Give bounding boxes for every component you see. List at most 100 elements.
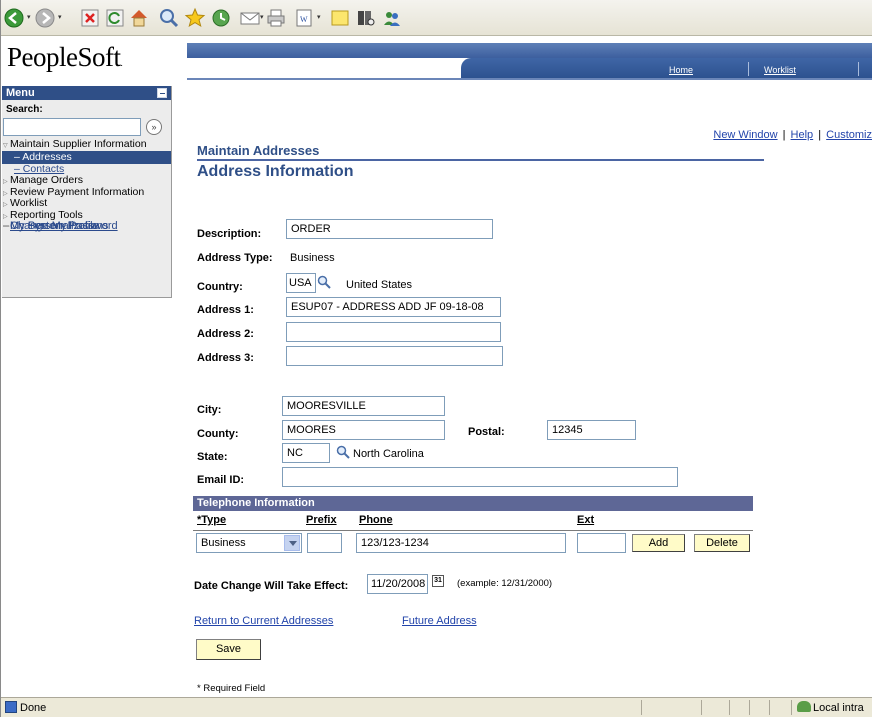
postal-input[interactable]: 12345 [547, 420, 636, 440]
browser-status-bar: Done Local intra [1, 697, 872, 717]
email-label: Email ID: [197, 474, 245, 486]
nav-worklist-link[interactable]: Worklist [764, 65, 796, 75]
menu-item-label: Manage Orders [10, 174, 83, 186]
calendar-icon[interactable]: 31 [432, 575, 444, 587]
column-header-prefix[interactable]: Prefix [306, 514, 337, 526]
page-title: Address Information [197, 163, 354, 180]
forward-icon[interactable] [34, 7, 56, 29]
add-phone-button[interactable]: Add [632, 534, 685, 552]
back-icon[interactable] [3, 7, 25, 29]
status-separator [749, 700, 750, 715]
zone-label: Local intra [813, 702, 864, 714]
menu-item-label: My System Profile [10, 220, 99, 232]
effective-date-label: Date Change Will Take Effect: [194, 580, 349, 592]
logo-text: PeopleSoft [7, 42, 121, 72]
date-format-example: (example: 12/31/2000) [457, 578, 553, 589]
link-separator: | [818, 129, 822, 141]
menu-item-label: Maintain Supplier Information [10, 138, 147, 150]
history-icon[interactable] [210, 7, 232, 29]
address2-input[interactable] [286, 322, 501, 342]
column-header-ext[interactable]: Ext [577, 514, 594, 526]
back-dropdown-icon[interactable]: ▾ [27, 14, 32, 21]
phone-number-input[interactable]: 123/123-1234 [356, 533, 566, 553]
new-window-link[interactable]: New Window [713, 129, 777, 141]
word-dropdown-icon[interactable]: ▾ [317, 14, 322, 21]
menu-search-label: Search: [6, 104, 43, 115]
subtitle-underline [197, 159, 764, 161]
menu-item-label: Addresses [22, 150, 72, 163]
browser-toolbar: ▾ ▾ ▾ W ▾ [1, 0, 872, 36]
chevron-down-icon[interactable] [284, 535, 300, 551]
menu-search-input[interactable] [3, 118, 141, 136]
status-separator [701, 700, 702, 715]
state-input[interactable]: NC [282, 443, 330, 463]
state-name: North Carolina [353, 448, 424, 460]
menu-item-label: Review Payment Information [10, 185, 145, 198]
address1-input[interactable]: ESUP07 - ADDRESS ADD JF 09-18-08 [286, 297, 501, 317]
messenger-icon[interactable] [381, 7, 403, 29]
telephone-header-divider [193, 530, 753, 531]
nav-home-link[interactable]: Home [669, 65, 693, 75]
address3-label: Address 3: [197, 352, 254, 364]
address3-input[interactable] [286, 346, 503, 366]
stop-icon[interactable] [79, 7, 101, 29]
menu-item-my-system-profile[interactable]: – My System Profile [2, 220, 99, 233]
browser-window: ▾ ▾ ▾ W ▾ PeopleSoft. Home Worklist Menu… [0, 0, 872, 717]
nav-separator [748, 62, 749, 76]
left-menu: Menu Search: » ▽ Maintain Supplier Infor… [2, 86, 172, 298]
print-icon[interactable] [265, 7, 287, 29]
customize-link[interactable]: Customiz [826, 129, 872, 141]
menu-item-maintain-supplier[interactable]: ▽ Maintain Supplier Information [2, 138, 171, 151]
security-zone: Local intra [797, 701, 864, 714]
forward-dropdown-icon[interactable]: ▾ [58, 14, 63, 21]
description-input[interactable]: ORDER [286, 219, 493, 239]
local-intranet-icon [797, 701, 811, 712]
word-icon[interactable]: W [293, 7, 315, 29]
status-done-label: Done [20, 702, 47, 714]
refresh-icon[interactable] [104, 7, 126, 29]
favorites-icon[interactable] [184, 7, 206, 29]
menu-item-label: Worklist [10, 197, 48, 209]
city-label: City: [197, 404, 222, 416]
menu-collapse-icon[interactable] [157, 88, 167, 98]
research-icon[interactable] [355, 7, 377, 29]
status-separator [641, 700, 642, 715]
country-name: United States [346, 279, 413, 291]
country-input[interactable]: USA [286, 273, 316, 293]
discuss-icon[interactable] [329, 7, 351, 29]
search-icon[interactable] [158, 7, 180, 29]
home-icon[interactable] [128, 7, 150, 29]
menu-dash: – [3, 220, 10, 232]
city-input[interactable]: MOORESVILLE [282, 396, 445, 416]
phone-prefix-input[interactable] [307, 533, 342, 553]
column-header-type[interactable]: *Type [197, 514, 226, 526]
column-header-phone[interactable]: Phone [359, 514, 393, 526]
app-header: PeopleSoft. Home Worklist [1, 36, 872, 86]
description-label: Description: [197, 228, 262, 240]
country-label: Country: [197, 281, 243, 293]
effective-date-input[interactable]: 11/20/2008 [367, 574, 428, 594]
phone-type-select[interactable]: Business [196, 533, 302, 553]
country-lookup-icon[interactable] [317, 275, 331, 289]
delete-phone-button[interactable]: Delete [694, 534, 750, 552]
email-input[interactable] [282, 467, 678, 487]
return-to-current-addresses-link[interactable]: Return to Current Addresses [194, 615, 333, 627]
menu-item-label: Reporting Tools [10, 208, 83, 221]
address2-label: Address 2: [197, 328, 254, 340]
phone-type-value: Business [201, 537, 246, 549]
state-lookup-icon[interactable] [336, 445, 350, 459]
menu-dash: – [14, 162, 23, 175]
mail-icon[interactable] [239, 7, 261, 29]
help-link[interactable]: Help [791, 129, 814, 141]
header-blue-bar [187, 43, 872, 58]
required-field-note: * Required Field [197, 683, 266, 694]
telephone-section-header: Telephone Information [193, 496, 753, 511]
future-address-link[interactable]: Future Address [402, 615, 477, 627]
phone-ext-input[interactable] [577, 533, 626, 553]
save-button[interactable]: Save [196, 639, 261, 660]
menu-dash: – [14, 150, 23, 163]
address1-label: Address 1: [197, 304, 254, 316]
county-input[interactable]: MOORES [282, 420, 445, 440]
search-go-icon[interactable]: » [146, 119, 162, 135]
link-separator: | [782, 129, 786, 141]
